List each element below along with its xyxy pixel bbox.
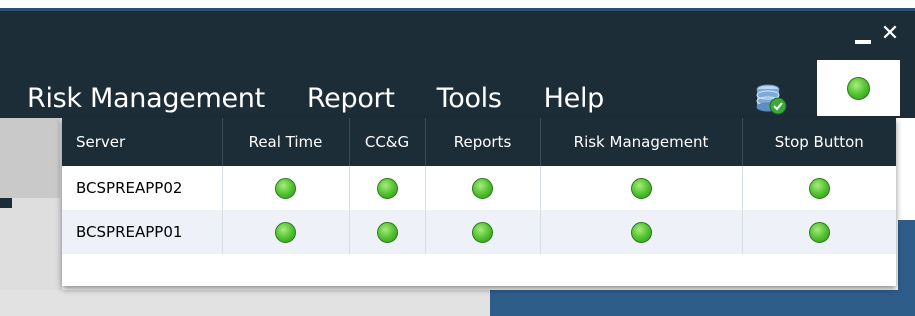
column-header-reports: Reports [425,118,541,166]
server-status-table: Server Real Time CC&G Reports Risk Manag… [62,118,896,254]
header-edge [0,8,915,11]
status-green-icon [472,177,493,199]
column-header-ccg: CC&G [349,118,426,166]
status-green-icon[interactable] [808,221,830,243]
main-menu: Risk Management Report Tools Help [27,80,646,116]
minimize-icon[interactable] [853,24,873,46]
background-footer [0,290,490,316]
status-green-icon [630,221,652,243]
column-header-stop-button: Stop Button [742,118,896,166]
status-green-icon [630,177,652,199]
window-controls: ✕ [853,22,901,48]
status-green-icon [275,177,296,199]
column-header-risk-management: Risk Management [540,118,743,166]
menu-item-tools[interactable]: Tools [437,83,502,114]
status-green-icon [376,177,398,199]
status-green-icon [376,221,398,243]
database-check-icon[interactable] [754,82,788,116]
status-green-icon [472,221,493,243]
green-status-icon [847,76,870,100]
menu-item-help[interactable]: Help [544,83,605,114]
table-row: BCSPREAPP02 [62,166,896,210]
table-row: BCSPREAPP01 [62,210,896,254]
status-tab[interactable] [817,60,900,116]
background-divider [0,198,12,208]
server-name-cell: BCSPREAPP01 [62,210,223,254]
background-panel-header [0,118,60,198]
server-name-cell: BCSPREAPP02 [62,166,223,210]
background-blue-area [490,290,915,316]
top-strip [0,0,915,8]
menu-item-risk-management[interactable]: Risk Management [27,83,265,114]
status-green-icon [275,221,296,243]
column-header-real-time: Real Time [222,118,350,166]
background-blue-edge [898,220,915,316]
status-green-icon[interactable] [808,177,830,199]
server-status-popup: Server Real Time CC&G Reports Risk Manag… [62,118,896,286]
table-header-row: Server Real Time CC&G Reports Risk Manag… [62,118,896,166]
menu-item-report[interactable]: Report [307,83,395,114]
close-icon[interactable]: ✕ [879,23,901,46]
column-header-server: Server [62,118,223,166]
